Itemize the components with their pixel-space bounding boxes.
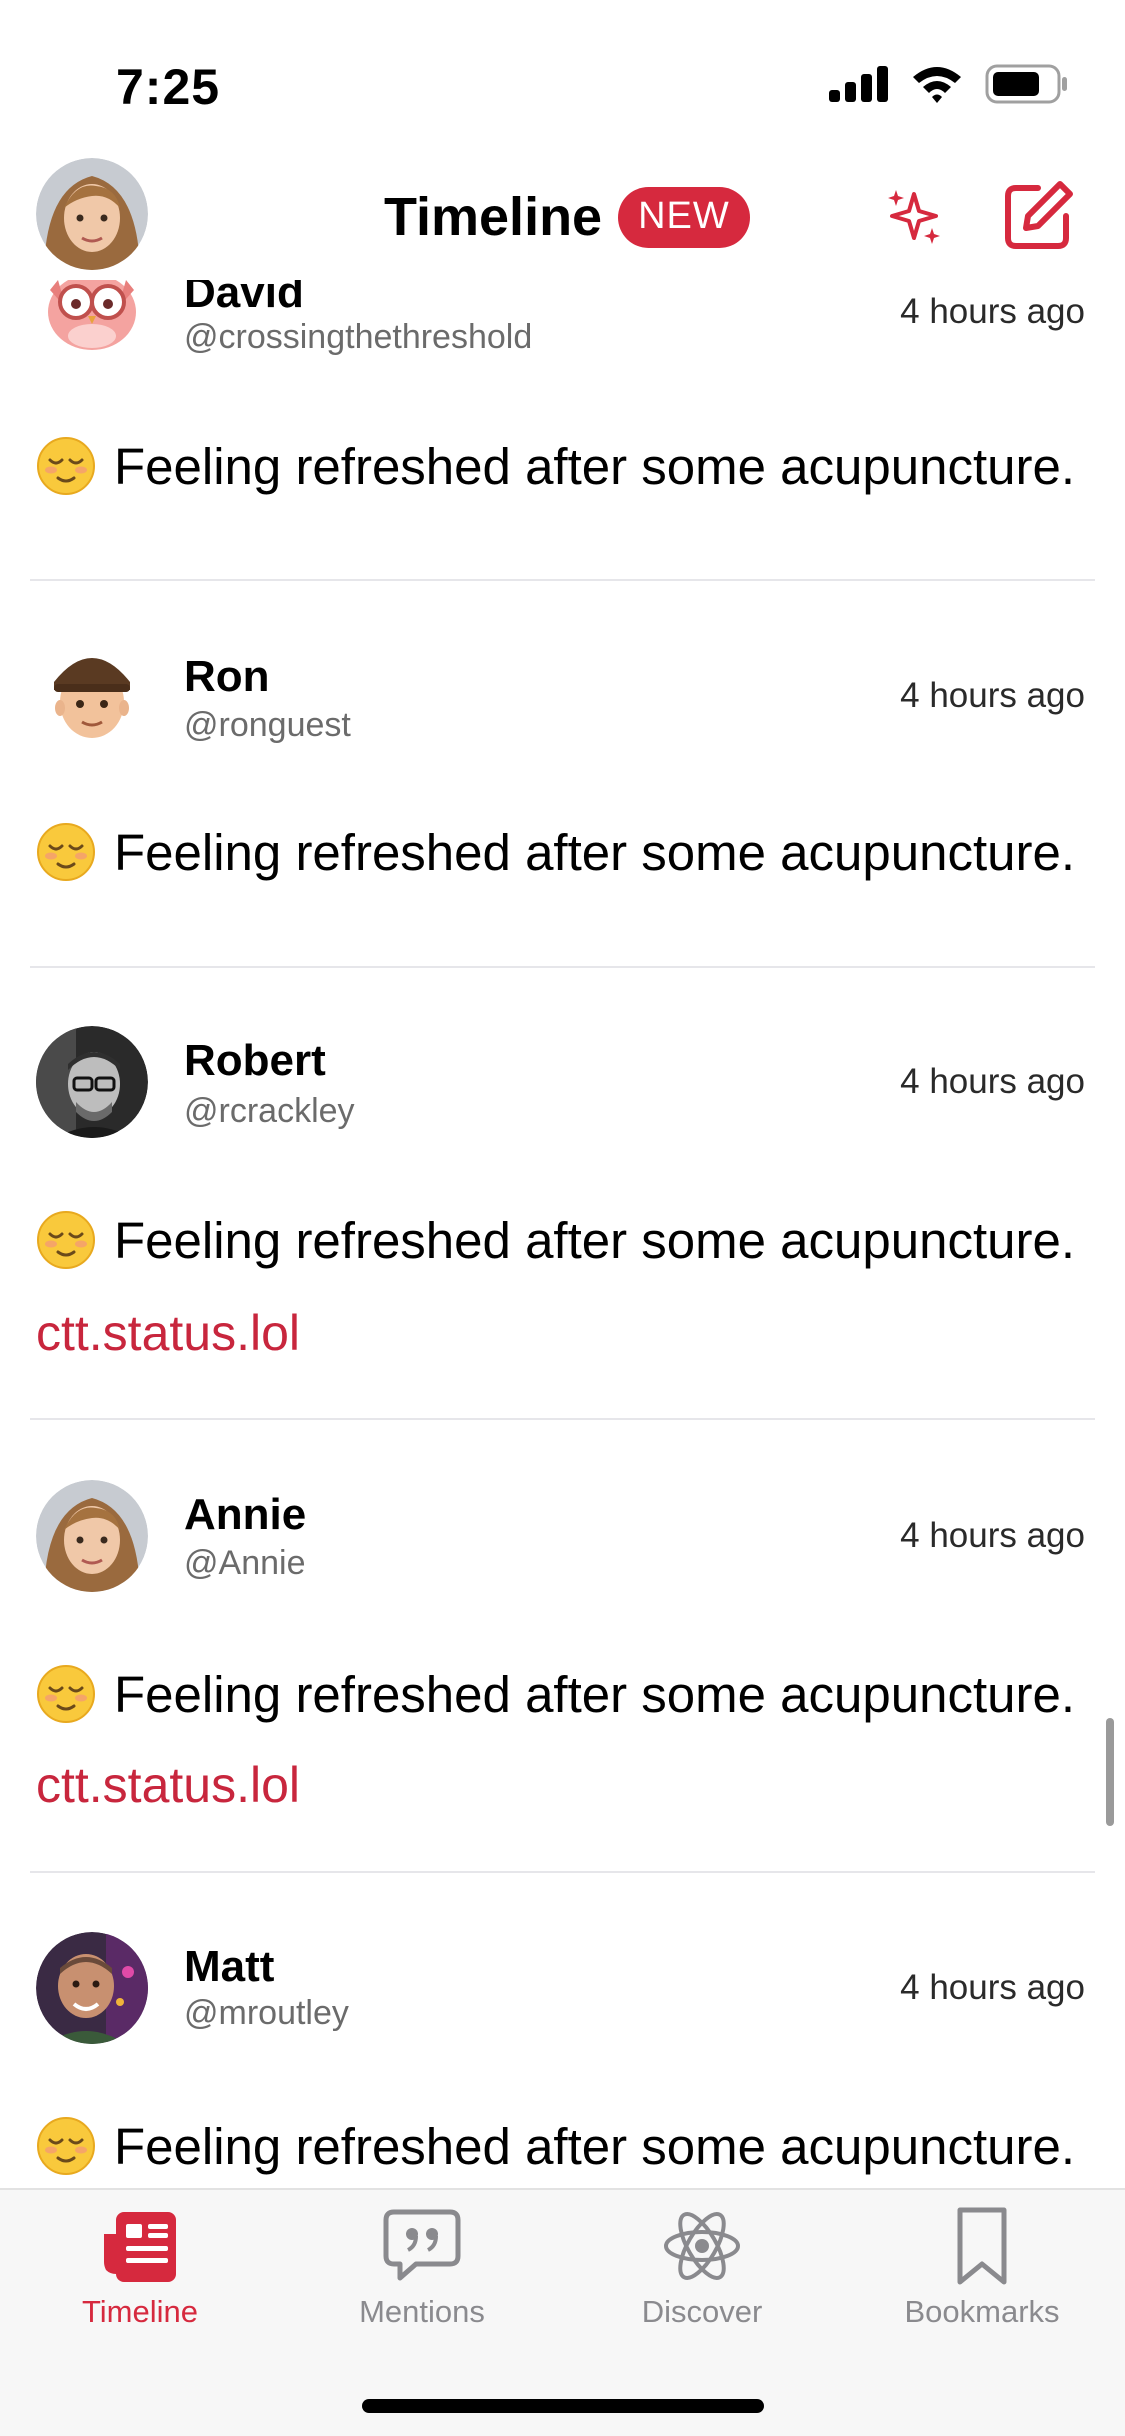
timeline-feed[interactable]: David @crossingthethreshold 4 hours ago … [0,0,1125,2188]
post-status: Feeling refreshed after some acupuncture… [36,1210,1075,1270]
post-timestamp: 4 hours ago [900,1516,1085,1555]
post-timestamp: 4 hours ago [900,292,1085,331]
tab-label: Mentions [359,2294,485,2329]
cellular-signal-icon [829,66,888,102]
post-author-handle[interactable]: @ronguest [184,706,351,745]
post-timestamp: 4 hours ago [900,1968,1085,2007]
post-author-handle[interactable]: @mroutley [184,1994,349,2033]
avatar[interactable] [36,1932,148,2044]
wifi-icon [913,67,961,103]
avatar[interactable] [36,1480,148,1592]
compose-icon[interactable] [1002,178,1076,252]
tab-label: Discover [641,2294,763,2329]
tab-label: Timeline [82,2294,198,2329]
post-link[interactable]: ctt.status.lol [36,1756,300,1814]
post-divider [30,966,1095,968]
tab-timeline[interactable]: Timeline [20,2204,260,2354]
post-divider [30,1418,1095,1420]
post-status: Feeling refreshed after some acupuncture… [36,436,1075,496]
relieved-face-emoji [37,1665,95,1723]
new-badge: NEW [618,186,750,248]
app-header: Timeline NEW [0,150,1125,280]
post-status: Feeling refreshed after some acupuncture… [36,1664,1075,1724]
relieved-face-emoji [37,437,95,495]
relieved-face-emoji [37,2117,95,2175]
header-title-group: Timeline NEW [384,186,750,248]
post-author-handle[interactable]: @crossingthethreshold [184,318,532,357]
post-timestamp: 4 hours ago [900,676,1085,715]
newspaper-icon [104,2212,176,2282]
tab-label: Bookmarks [904,2294,1060,2329]
scrollbar[interactable] [1106,1718,1114,1826]
page-title: Timeline [384,187,603,247]
post-divider [30,1871,1095,1873]
post-timestamp: 4 hours ago [900,1062,1085,1101]
post-text: Feeling refreshed after some acupuncture… [114,2117,1076,2175]
post-text: Feeling refreshed after some acupuncture… [114,823,1076,881]
tab-bookmarks[interactable]: Bookmarks [862,2204,1102,2354]
post-link[interactable]: ctt.status.lol [36,1304,300,1362]
post-divider [30,579,1095,581]
post-author-name[interactable]: Matt [184,1942,274,1992]
avatar[interactable] [36,1026,148,1138]
post-author-name[interactable]: Ron [184,652,270,702]
avatar[interactable] [36,638,148,750]
relieved-face-emoji [37,823,95,881]
post-text: Feeling refreshed after some acupuncture… [114,1665,1076,1723]
home-indicator[interactable] [362,2399,764,2413]
status-icons [829,64,1069,104]
post-author-name[interactable]: Robert [184,1036,326,1086]
tab-mentions[interactable]: Mentions [302,2204,542,2354]
post-author-handle[interactable]: @Annie [184,1544,305,1583]
tab-discover[interactable]: Discover [582,2204,822,2354]
sparkles-icon[interactable] [884,186,944,246]
post-text: Feeling refreshed after some acupuncture… [114,1211,1076,1269]
status-time: 7:25 [116,59,221,115]
post-author-handle[interactable]: @rcrackley [184,1092,355,1131]
relieved-face-emoji [37,1211,95,1269]
bookmark-icon [957,2207,1007,2285]
status-bar: 7:25 [0,0,1125,150]
profile-avatar[interactable] [36,158,148,270]
speech-bubble-quote-icon [383,2209,461,2281]
post-text: Feeling refreshed after some acupuncture… [114,437,1076,495]
post-author-name[interactable]: Annie [184,1490,306,1540]
post-status: Feeling refreshed after some acupuncture… [36,2116,1075,2176]
atom-icon [664,2212,740,2280]
post-status: Feeling refreshed after some acupuncture… [36,822,1075,882]
battery-icon [985,64,1067,104]
